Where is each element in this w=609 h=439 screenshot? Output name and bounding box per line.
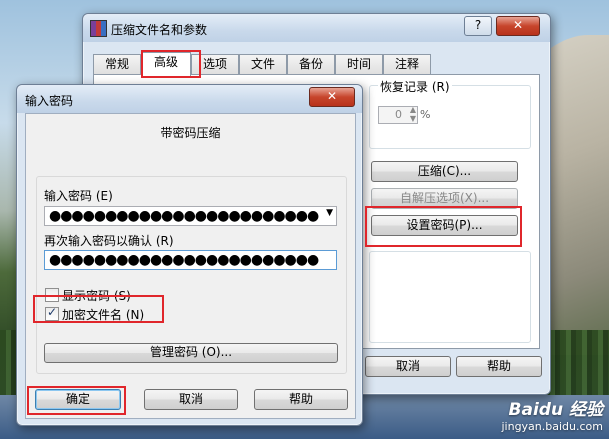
enter-password-mask: ●●●●●●●●●●●●●●●●●●●●●●●●: [49, 208, 319, 224]
recovery-record-group: 恢复记录 (R) 0 ▲ ▼ %: [369, 78, 531, 149]
question-icon: ?: [474, 18, 482, 32]
main-cancel-button[interactable]: 取消: [365, 356, 451, 377]
baidu-url: jingyan.baidu.com: [501, 420, 603, 433]
encrypt-filenames-checkbox[interactable]: ✓: [45, 305, 59, 321]
reenter-password-label: 再次输入密码以确认 (R): [44, 234, 174, 248]
winrar-app-icon: [90, 20, 107, 37]
ok-button[interactable]: 确定: [35, 389, 121, 410]
close-icon: ✕: [326, 89, 338, 103]
set-password-button[interactable]: 设置密码(P)...: [371, 215, 518, 236]
encrypt-filenames-label: 加密文件名 (N): [62, 308, 145, 322]
dialog-title: 压缩文件名和参数: [111, 23, 208, 37]
recovery-value: 0: [395, 108, 402, 121]
password-dialog: 输入密码 ✕ 带密码压缩 输入密码 (E) ●●●●●●●●●●●●●●●●●●…: [16, 84, 363, 426]
password-dialog-body: 带密码压缩 输入密码 (E) ●●●●●●●●●●●●●●●●●●●●●●●● …: [25, 113, 356, 419]
tab-options[interactable]: 选项: [191, 54, 239, 75]
sfx-options-button[interactable]: 自解压选项(X)...: [371, 188, 518, 209]
password-heading: 带密码压缩: [160, 126, 221, 140]
enter-password-field[interactable]: ●●●●●●●●●●●●●●●●●●●●●●●● ▼: [44, 206, 337, 226]
tab-comment[interactable]: 注释: [383, 54, 431, 75]
reenter-password-field[interactable]: ●●●●●●●●●●●●●●●●●●●●●●●●: [44, 250, 337, 270]
manage-passwords-button[interactable]: 管理密码 (O)...: [44, 343, 338, 363]
enter-password-label: 输入密码 (E): [44, 189, 113, 203]
show-password-checkbox[interactable]: [45, 288, 59, 302]
close-button[interactable]: ✕: [496, 16, 540, 36]
tab-backup[interactable]: 备份: [287, 54, 335, 75]
main-help-button[interactable]: 帮助: [456, 356, 542, 377]
percent-unit: %: [420, 108, 431, 121]
help-title-button[interactable]: ?: [464, 16, 492, 36]
password-title-bar[interactable]: 输入密码 ✕: [17, 85, 362, 113]
close-icon: ✕: [512, 18, 524, 32]
tab-time[interactable]: 时间: [335, 54, 383, 75]
show-password-label: 显示密码 (S): [62, 289, 131, 303]
baidu-logo-text: Baidu 经验: [508, 400, 603, 420]
tab-advanced[interactable]: 高级: [141, 52, 191, 76]
password-close-button[interactable]: ✕: [309, 87, 355, 107]
password-dialog-title: 输入密码: [25, 94, 74, 108]
recovery-record-label: 恢复记录 (R): [378, 78, 452, 95]
reenter-password-mask: ●●●●●●●●●●●●●●●●●●●●●●●●: [49, 252, 319, 268]
recovery-percent-spinner[interactable]: 0 ▲ ▼: [378, 105, 418, 124]
tab-files[interactable]: 文件: [239, 54, 287, 75]
baidu-watermark: Baidu 经验 jingyan.baidu.com: [501, 395, 603, 433]
empty-options-group: [369, 251, 531, 343]
password-cancel-button[interactable]: 取消: [144, 389, 238, 410]
spinner-arrows-icon[interactable]: ▲ ▼: [410, 105, 416, 123]
dropdown-arrow-icon[interactable]: ▼: [326, 208, 333, 218]
title-bar[interactable]: 压缩文件名和参数 ? ✕: [83, 14, 550, 42]
password-help-button[interactable]: 帮助: [254, 389, 348, 410]
tab-general[interactable]: 常规: [93, 54, 141, 75]
compress-button[interactable]: 压缩(C)...: [371, 161, 518, 182]
checkmark-icon: ✓: [47, 305, 58, 319]
